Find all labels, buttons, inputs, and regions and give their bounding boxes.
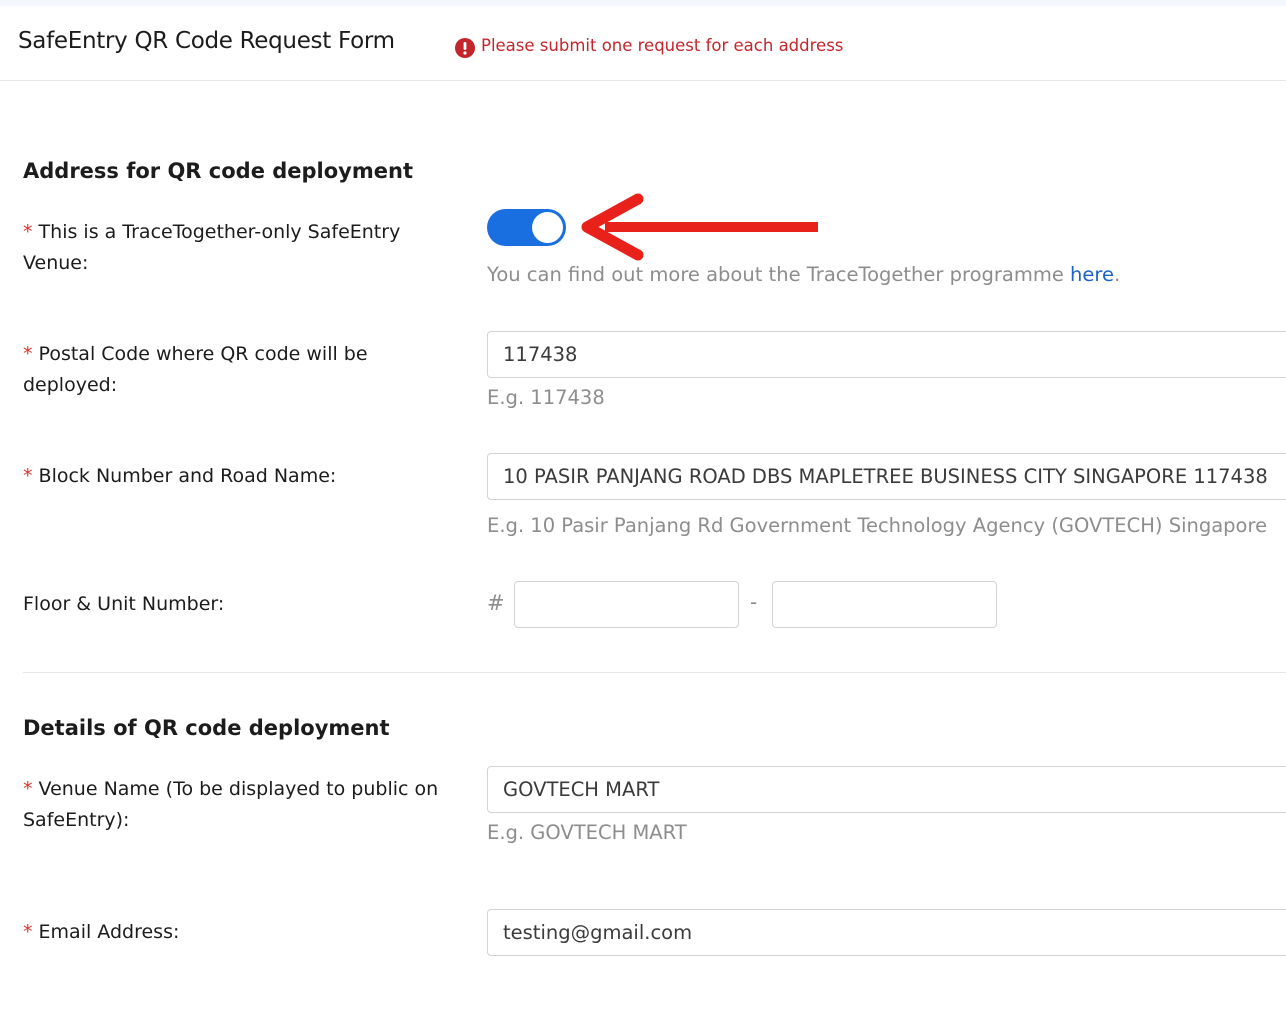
email-label-text: Email Address: xyxy=(38,921,180,943)
venue-name-input[interactable] xyxy=(487,766,1286,813)
floor-prefix: # xyxy=(487,591,505,615)
form-page: SafeEntry QR Code Request Form Please su… xyxy=(0,0,1286,1023)
section-divider xyxy=(23,672,1286,673)
tt-programme-link[interactable]: here xyxy=(1070,263,1114,286)
required-marker: * xyxy=(23,221,33,243)
floor-unit-label: Floor & Unit Number: xyxy=(23,593,225,615)
tt-help-suffix: . xyxy=(1114,263,1121,286)
unit-number-input[interactable] xyxy=(772,581,997,628)
postal-code-hint: E.g. 117438 xyxy=(487,386,605,409)
form-header: SafeEntry QR Code Request Form Please su… xyxy=(0,6,1286,81)
block-road-hint: E.g. 10 Pasir Panjang Rd Government Tech… xyxy=(487,514,1268,537)
tt-help-prefix: You can find out more about the TraceTog… xyxy=(487,263,1071,286)
tt-only-toggle[interactable] xyxy=(487,209,566,246)
email-input[interactable] xyxy=(487,909,1286,956)
venue-name-label-text: Venue Name (To be displayed to public on… xyxy=(23,778,439,831)
required-marker: * xyxy=(23,343,33,365)
postal-code-label: * Postal Code where QR code will be depl… xyxy=(23,339,453,401)
block-road-label-text: Block Number and Road Name: xyxy=(38,465,337,487)
required-marker: * xyxy=(23,465,33,487)
block-road-label: * Block Number and Road Name: xyxy=(23,461,463,492)
toggle-knob xyxy=(532,212,563,243)
floor-unit-separator: - xyxy=(750,590,758,614)
floor-number-input[interactable] xyxy=(514,581,739,628)
exclamation-circle-icon xyxy=(455,38,475,58)
postal-code-label-text: Postal Code where QR code will be deploy… xyxy=(23,343,368,396)
section-heading-address: Address for QR code deployment xyxy=(23,159,413,183)
submission-notice: Please submit one request for each addre… xyxy=(481,36,844,55)
tt-only-label: * This is a TraceTogether-only SafeEntry… xyxy=(23,217,453,279)
section-heading-details: Details of QR code deployment xyxy=(23,716,390,740)
venue-name-hint: E.g. GOVTECH MART xyxy=(487,821,687,844)
tt-only-label-text: This is a TraceTogether-only SafeEntry V… xyxy=(23,221,401,274)
block-road-input[interactable] xyxy=(487,453,1286,500)
venue-name-label: * Venue Name (To be displayed to public … xyxy=(23,774,468,836)
required-marker: * xyxy=(23,778,33,800)
email-label: * Email Address: xyxy=(23,917,463,948)
postal-code-input[interactable] xyxy=(487,331,1286,378)
tt-help-text: You can find out more about the TraceTog… xyxy=(487,263,1120,286)
page-title: SafeEntry QR Code Request Form xyxy=(18,28,395,54)
required-marker: * xyxy=(23,921,33,943)
red-arrow-left-icon xyxy=(581,193,818,261)
